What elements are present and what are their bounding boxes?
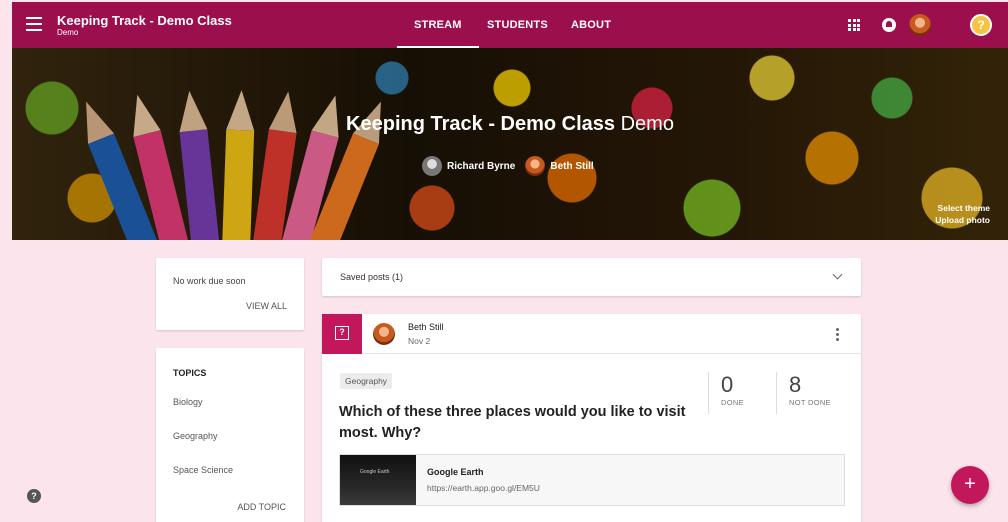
- attachment-thumbnail: Google Earth: [340, 455, 416, 505]
- class-title[interactable]: Keeping Track - Demo Class: [57, 14, 232, 28]
- attachment-url: https://earth.app.goo.gl/EM5U: [427, 483, 540, 493]
- attachment-title: Google Earth: [427, 467, 484, 477]
- done-count: 0: [721, 372, 734, 397]
- add-fab-button[interactable]: +: [951, 466, 989, 504]
- teacher-name: Beth Still: [550, 160, 594, 172]
- topic-item-space-science[interactable]: Space Science: [173, 465, 233, 475]
- topic-item-biology[interactable]: Biology: [173, 397, 203, 407]
- not-done-count: 8: [789, 372, 802, 397]
- attachment-link[interactable]: Google Earth Google Earth https://earth.…: [339, 454, 845, 506]
- notifications-icon[interactable]: [882, 18, 896, 32]
- topics-heading: TOPICS: [173, 368, 207, 378]
- done-label: DONE: [721, 398, 744, 407]
- author-avatar: [373, 323, 395, 345]
- upcoming-card: No work due soon VIEW ALL: [156, 258, 304, 330]
- more-options-icon[interactable]: [836, 328, 839, 343]
- help-icon[interactable]: ?: [970, 14, 992, 36]
- user-avatar[interactable]: [909, 14, 931, 36]
- post-author: Beth Still: [408, 322, 444, 332]
- question-text[interactable]: Which of these three places would you li…: [339, 402, 709, 444]
- menu-icon[interactable]: [26, 17, 42, 31]
- question-post: ? Beth Still Nov 2 Geography Which of th…: [322, 314, 861, 522]
- class-banner: Keeping Track - Demo Class Demo Richard …: [12, 48, 1008, 240]
- banner-title: Keeping Track - Demo Class Demo: [12, 113, 1008, 136]
- tab-students[interactable]: STUDENTS: [487, 19, 548, 31]
- topic-tag[interactable]: Geography: [340, 373, 393, 389]
- view-all-button[interactable]: VIEW ALL: [246, 301, 287, 311]
- theme-links: Select theme Upload photo: [935, 202, 990, 226]
- topics-card: TOPICS Biology Geography Space Science A…: [156, 348, 304, 522]
- upload-photo-link[interactable]: Upload photo: [935, 214, 990, 226]
- topic-item-geography[interactable]: Geography: [173, 431, 218, 441]
- banner-class-name: Keeping Track - Demo Class: [346, 113, 616, 135]
- upcoming-message: No work due soon: [173, 276, 246, 286]
- teacher-avatar: [422, 156, 442, 176]
- banner-overlay: [12, 48, 1008, 240]
- teacher-name: Richard Byrne: [447, 160, 516, 172]
- select-theme-link[interactable]: Select theme: [935, 202, 990, 214]
- teacher-list: Richard Byrne Beth Still: [422, 156, 604, 176]
- tab-about[interactable]: ABOUT: [571, 19, 611, 31]
- post-header: ? Beth Still Nov 2: [322, 314, 861, 354]
- saved-posts-label: Saved posts (1): [340, 272, 404, 282]
- not-done-label: NOT DONE: [789, 398, 831, 407]
- not-done-stat[interactable]: 8 NOT DONE: [776, 372, 831, 414]
- tab-stream[interactable]: STREAM: [397, 19, 479, 48]
- apps-icon[interactable]: [848, 19, 860, 31]
- chevron-down-icon[interactable]: [832, 269, 843, 280]
- help-icon[interactable]: ?: [27, 489, 41, 503]
- add-topic-button[interactable]: ADD TOPIC: [237, 502, 286, 512]
- teacher-avatar: [525, 156, 546, 176]
- done-stat[interactable]: 0 DONE: [708, 372, 744, 414]
- top-app-bar: Keeping Track - Demo Class Demo STREAM S…: [12, 2, 1008, 48]
- post-date: Nov 2: [408, 336, 431, 346]
- question-icon: ?: [322, 314, 362, 354]
- saved-posts-bar[interactable]: Saved posts (1): [322, 258, 861, 296]
- class-section: Demo: [57, 28, 79, 37]
- banner-section: Demo: [620, 113, 674, 135]
